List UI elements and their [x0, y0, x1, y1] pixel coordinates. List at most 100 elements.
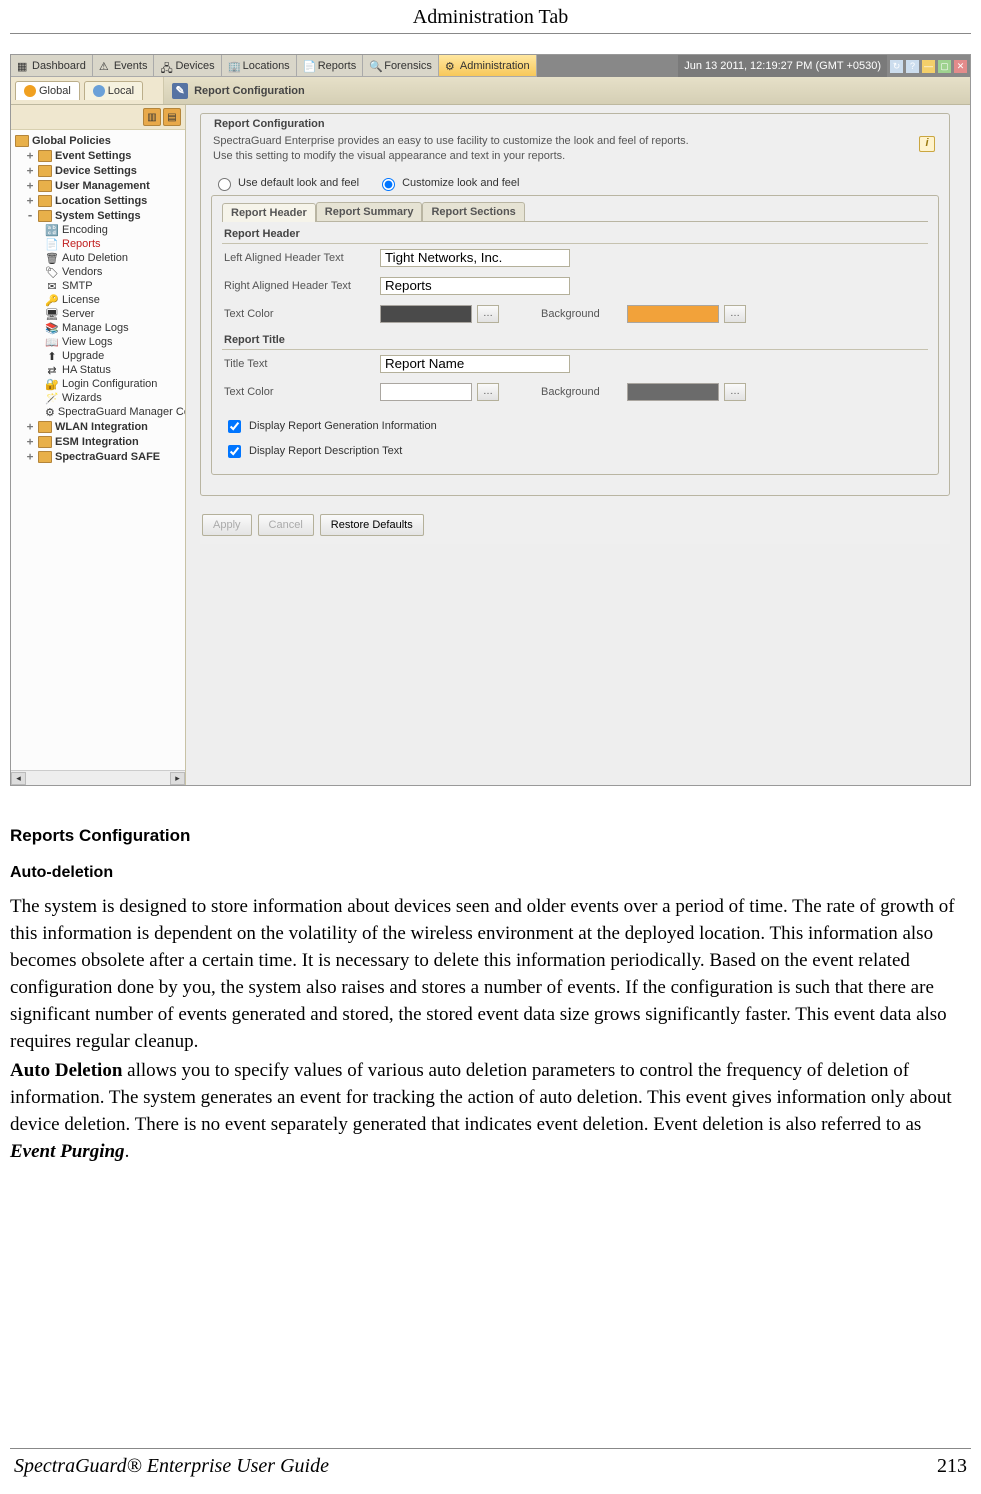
tree-label: View Logs: [62, 336, 113, 348]
subtab-header[interactable]: Report Header: [222, 203, 316, 222]
building-icon: [93, 85, 105, 97]
tab-reports[interactable]: 📄Reports: [297, 55, 364, 77]
title-text-input[interactable]: [380, 355, 570, 373]
expand-icon[interactable]: +: [25, 164, 35, 177]
expand-icon[interactable]: +: [25, 194, 35, 207]
tree-leaf-encoding[interactable]: 🔡Encoding: [11, 223, 185, 237]
content-pane: Report Configuration SpectraGuard Enterp…: [186, 105, 970, 785]
chk-display-gen-info[interactable]: Display Report Generation Information: [222, 414, 928, 439]
restore-defaults-button[interactable]: Restore Defaults: [320, 514, 424, 536]
tree-leaf-reports[interactable]: 📄Reports: [11, 237, 185, 251]
expand-all-icon[interactable]: ▥: [143, 108, 161, 126]
row-title-colors: Text Color … Background …: [222, 378, 928, 406]
info-icon[interactable]: i: [919, 136, 935, 152]
tree-leaf-upgrade[interactable]: ⬆Upgrade: [11, 349, 185, 363]
scope-tab-local[interactable]: Local: [84, 81, 143, 100]
view-logs-icon: 📖: [45, 336, 59, 348]
tab-label: Reports: [318, 60, 357, 72]
collapse-icon[interactable]: -: [25, 209, 35, 222]
right-header-input[interactable]: [380, 277, 570, 295]
header-text-color-button[interactable]: …: [477, 305, 499, 323]
close-icon[interactable]: ✕: [953, 59, 968, 74]
bold-auto-deletion: Auto Deletion: [10, 1060, 122, 1081]
sidebar-tool-buttons: ▥ ▤: [11, 105, 185, 130]
title-bg-color-button[interactable]: …: [724, 383, 746, 401]
minimize-icon[interactable]: —: [921, 59, 936, 74]
left-header-input[interactable]: [380, 249, 570, 267]
tab-administration[interactable]: ⚙Administration: [439, 55, 537, 77]
tree-leaf-manage-logs[interactable]: 📚Manage Logs: [11, 321, 185, 335]
radio-label: Customize look and feel: [402, 177, 519, 189]
help-icon[interactable]: ?: [905, 59, 920, 74]
header-text-color-swatch: [380, 305, 472, 323]
expand-icon[interactable]: +: [25, 435, 35, 448]
body-paragraph-2: Auto Deletion allows you to specify valu…: [10, 1058, 971, 1166]
collapse-all-icon[interactable]: ▤: [163, 108, 181, 126]
subtab-sections[interactable]: Report Sections: [422, 202, 524, 221]
expand-icon[interactable]: +: [25, 420, 35, 433]
expand-icon[interactable]: +: [25, 450, 35, 463]
tree-label: License: [62, 294, 100, 306]
tree-branch-system-settings[interactable]: -System Settings: [11, 208, 185, 223]
sidebar-scrollbar[interactable]: ◂ ▸: [11, 770, 185, 785]
tree-leaf-view-logs[interactable]: 📖View Logs: [11, 335, 185, 349]
subtab-summary[interactable]: Report Summary: [316, 202, 423, 221]
tree-leaf-server[interactable]: 🖥Server: [11, 307, 185, 321]
tree-branch-device-settings[interactable]: +Device Settings: [11, 163, 185, 178]
radio-custom[interactable]: Customize look and feel: [377, 175, 519, 191]
refresh-icon[interactable]: ↻: [889, 59, 904, 74]
chk-display-desc[interactable]: Display Report Description Text: [222, 439, 928, 464]
radio-default-input[interactable]: [218, 178, 231, 191]
tab-events[interactable]: ⚠Events: [93, 55, 155, 77]
tree-branch-wlan[interactable]: +WLAN Integration: [11, 419, 185, 434]
tree-label: SpectraGuard SAFE: [55, 451, 160, 463]
tab-devices[interactable]: 🖧Devices: [154, 55, 221, 77]
cancel-button[interactable]: Cancel: [258, 514, 314, 536]
tree-label: Encoding: [62, 224, 108, 236]
scroll-right-icon[interactable]: ▸: [170, 772, 185, 785]
tab-forensics[interactable]: 🔍Forensics: [363, 55, 439, 77]
section-report-header: Report Header: [222, 222, 928, 244]
help-line-1: SpectraGuard Enterprise provides an easy…: [213, 135, 689, 147]
fieldset-legend: Report Configuration: [211, 118, 328, 130]
expand-icon[interactable]: +: [25, 179, 35, 192]
tree-label: Login Configuration: [62, 378, 157, 390]
tree-leaf-wizards[interactable]: 🪄Wizards: [11, 391, 185, 405]
help-text: SpectraGuard Enterprise provides an easy…: [211, 132, 939, 171]
tree-leaf-license[interactable]: 🔑License: [11, 293, 185, 307]
tree-leaf-smtp[interactable]: ✉SMTP: [11, 279, 185, 293]
tree-branch-location-settings[interactable]: +Location Settings: [11, 193, 185, 208]
folder-icon: [38, 210, 52, 222]
field-label: Title Text: [224, 358, 374, 370]
chk-desc-input[interactable]: [228, 445, 241, 458]
chk-gen-info-input[interactable]: [228, 420, 241, 433]
tab-locations[interactable]: 🏢Locations: [222, 55, 297, 77]
expand-icon[interactable]: +: [25, 149, 35, 162]
apply-button[interactable]: Apply: [202, 514, 252, 536]
tree-branch-event-settings[interactable]: + Event Settings: [11, 148, 185, 163]
tree-label: Event Settings: [55, 150, 131, 162]
tree-leaf-auto-deletion[interactable]: 🗑Auto Deletion: [11, 251, 185, 265]
locations-icon: 🏢: [228, 60, 240, 72]
tree-leaf-login-config[interactable]: 🔐Login Configuration: [11, 377, 185, 391]
scope-tab-global[interactable]: Global: [15, 81, 80, 100]
tree-leaf-ha-status[interactable]: ⇄HA Status: [11, 363, 185, 377]
tree-label: Auto Deletion: [62, 252, 128, 264]
tab-dashboard[interactable]: ▦Dashboard: [11, 55, 93, 77]
maximize-icon[interactable]: ▢: [937, 59, 952, 74]
header-bg-color-button[interactable]: …: [724, 305, 746, 323]
tree-leaf-vendors[interactable]: 🏷Vendors: [11, 265, 185, 279]
report-subtabs: Report Header Report Summary Report Sect…: [222, 202, 928, 222]
tree-leaf-sg-manager[interactable]: ⚙SpectraGuard Manager Configu: [11, 405, 185, 419]
tree-branch-esm[interactable]: +ESM Integration: [11, 434, 185, 449]
look-feel-radios: Use default look and feel Customize look…: [211, 171, 939, 195]
radio-custom-input[interactable]: [382, 178, 395, 191]
scroll-left-icon[interactable]: ◂: [11, 772, 26, 785]
tree-label: Global Policies: [32, 135, 111, 147]
tree-branch-user-management[interactable]: +User Management: [11, 178, 185, 193]
nav-tree: Global Policies + Event Settings +Device …: [11, 130, 185, 785]
title-text-color-button[interactable]: …: [477, 383, 499, 401]
tree-root[interactable]: Global Policies: [11, 134, 185, 148]
tree-branch-safe[interactable]: + SpectraGuard SAFE: [11, 449, 185, 464]
radio-default[interactable]: Use default look and feel: [213, 175, 359, 191]
